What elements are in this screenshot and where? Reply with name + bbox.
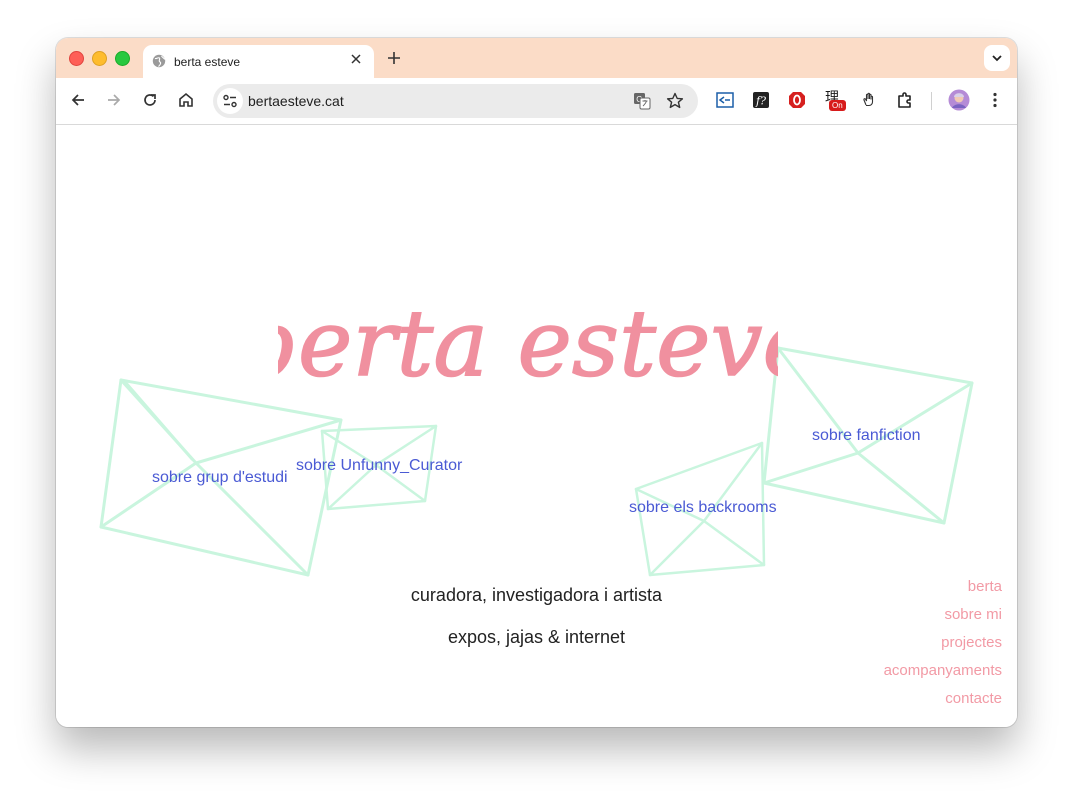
link-grup-estudi[interactable]: sobre grup d'estudi xyxy=(152,469,288,487)
forward-icon[interactable] xyxy=(104,90,124,110)
tagline-roles: curadora, investigadora i artista xyxy=(410,585,663,605)
nav-projectes[interactable]: projectes xyxy=(941,634,1002,651)
menu-dots-icon[interactable] xyxy=(985,90,1005,110)
link-fanfiction[interactable]: sobre fanfiction xyxy=(812,427,921,445)
nav-berta[interactable]: berta xyxy=(968,578,1002,595)
translate-icon[interactable]: G xyxy=(633,92,651,110)
link-unfunny-curator[interactable]: sobre Unfunny_Curator xyxy=(296,457,462,475)
page-content: berta esteve sobre grup d'estudi sobre U… xyxy=(56,125,1017,727)
hand-icon[interactable] xyxy=(859,90,879,110)
address-bar[interactable]: bertaesteve.cat G xyxy=(213,84,698,118)
site-logo[interactable]: berta esteve xyxy=(278,275,778,395)
nav-acompanyaments[interactable]: acompanyaments xyxy=(884,662,1002,679)
close-icon[interactable] xyxy=(348,51,364,67)
extension-badge-label: On xyxy=(829,100,846,111)
tab-title: berta esteve xyxy=(174,55,241,69)
svg-text:f?: f? xyxy=(755,95,766,108)
site-settings-button[interactable] xyxy=(217,88,243,114)
toolbar-divider xyxy=(931,92,932,110)
avatar[interactable] xyxy=(948,89,970,111)
tagline-topics: expos, jajas & internet xyxy=(447,627,626,647)
url-text: bertaesteve.cat xyxy=(248,93,344,109)
globe-icon xyxy=(152,54,166,68)
font-icon[interactable]: f? xyxy=(751,90,771,110)
plus-icon[interactable] xyxy=(384,47,404,69)
star-icon[interactable] xyxy=(665,91,685,111)
link-backrooms[interactable]: sobre els backrooms xyxy=(629,499,777,517)
maximize-window-button[interactable] xyxy=(115,51,130,66)
reader-icon[interactable] xyxy=(715,90,735,110)
reload-icon[interactable] xyxy=(140,90,160,110)
active-tab[interactable]: berta esteve xyxy=(143,45,374,79)
extension-badge-icon[interactable]: 理 On xyxy=(823,88,847,112)
nav-contacte[interactable]: contacte xyxy=(945,690,1002,707)
site-settings-icon xyxy=(223,94,237,108)
browser-toolbar: bertaesteve.cat G f? 理 On xyxy=(56,78,1017,125)
logo-text: berta esteve xyxy=(278,290,778,395)
tab-search-button[interactable] xyxy=(984,45,1010,71)
nav-sobre-mi[interactable]: sobre mi xyxy=(944,606,1002,623)
minimize-window-button[interactable] xyxy=(92,51,107,66)
home-icon[interactable] xyxy=(176,90,196,110)
back-icon[interactable] xyxy=(68,90,88,110)
opera-icon[interactable] xyxy=(787,90,807,110)
chevron-down-icon xyxy=(992,55,1002,62)
tab-bar: berta esteve xyxy=(56,38,1017,79)
puzzle-icon[interactable] xyxy=(895,90,915,110)
close-window-button[interactable] xyxy=(69,51,84,66)
browser-window: berta esteve bertaesteve.cat G f? 理 On e… xyxy=(56,38,1017,727)
